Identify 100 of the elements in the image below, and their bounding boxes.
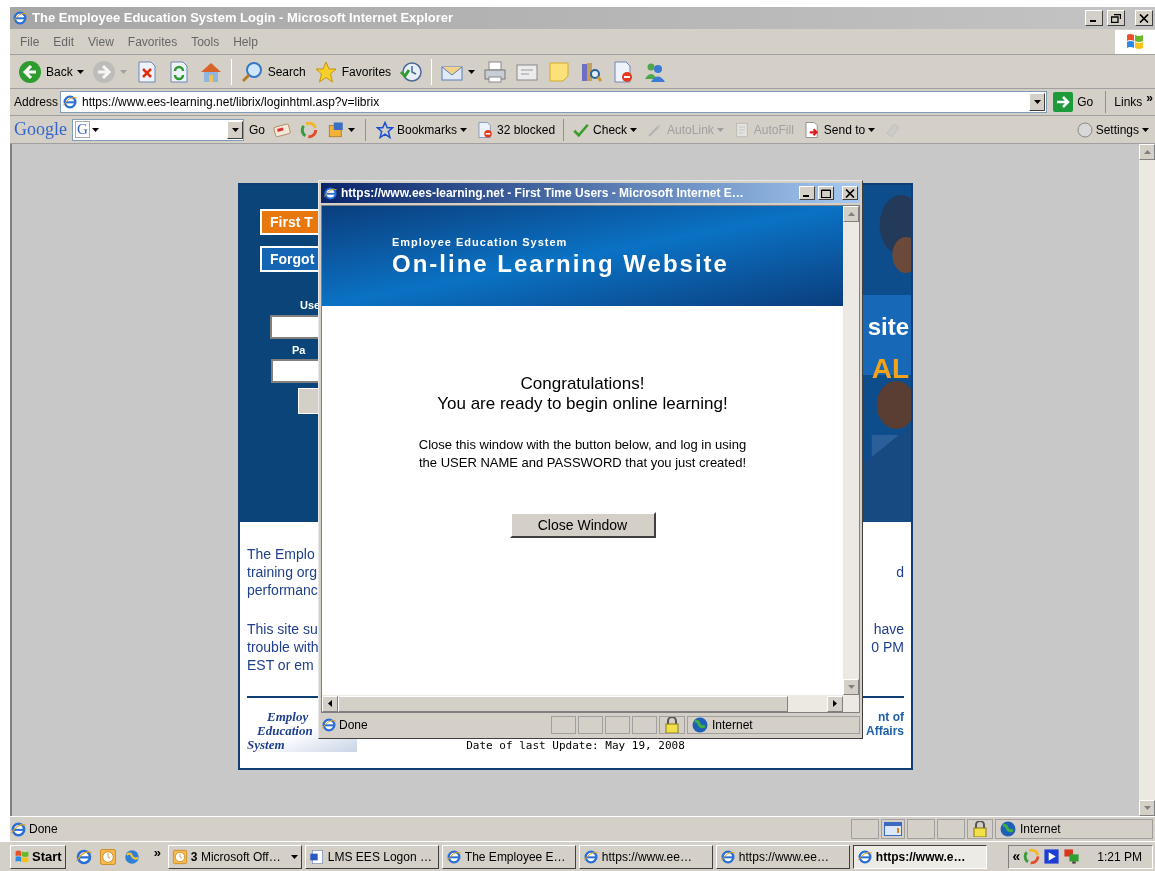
printer-icon: [483, 59, 508, 84]
dropdown-button[interactable]: [227, 120, 243, 139]
caret-icon: [460, 127, 468, 132]
password-field[interactable]: [271, 359, 321, 383]
minimize-button[interactable]: [1085, 10, 1103, 26]
agency-name: nt of Affairs: [864, 710, 904, 738]
flag-logo-icon: [1125, 31, 1145, 52]
search-icon: [239, 59, 264, 84]
minimize-button[interactable]: [799, 186, 815, 200]
taskbar-button[interactable]: https://www.ee…: [715, 844, 850, 869]
paragraph-text: performanc: [247, 581, 318, 598]
caret-icon: [468, 69, 476, 74]
status-pane: [632, 716, 657, 734]
sendto-button[interactable]: Send to: [799, 117, 879, 142]
taskbar-button[interactable]: https://www.ee…: [578, 844, 713, 869]
page-block-icon: [476, 120, 495, 139]
play-icon: [1043, 848, 1061, 865]
expand-tray-button[interactable]: «: [1012, 846, 1021, 867]
zone-text: Internet: [1020, 821, 1061, 838]
clock-icon: [98, 847, 117, 866]
banner-text: AL: [871, 355, 909, 383]
status-pane: [937, 819, 965, 839]
globe-icon: [692, 717, 708, 733]
link-button[interactable]: Forgot: [260, 246, 320, 272]
caret-icon: [716, 127, 724, 132]
minimize-icon: [1090, 20, 1096, 22]
search-field[interactable]: G: [72, 118, 244, 141]
start-button[interactable]: Start: [10, 844, 66, 869]
bookmarks-button[interactable]: Bookmarks: [373, 117, 471, 142]
status-pane: [851, 819, 879, 839]
paragraph-text: trouble with: [247, 638, 319, 655]
caret-icon: [91, 127, 99, 132]
menu-item[interactable]: File: [20, 32, 40, 51]
menu-item[interactable]: View: [88, 32, 114, 51]
go-button[interactable]: Go: [247, 120, 267, 139]
heading: You are ready to begin online learning!: [437, 394, 728, 414]
menu-item[interactable]: Help: [233, 32, 258, 51]
taskbar-button[interactable]: The Employee E…: [441, 844, 576, 869]
close-window-button[interactable]: Close Window: [509, 512, 656, 538]
browser-e-icon: [582, 848, 599, 865]
vertical-scrollbar[interactable]: [843, 206, 859, 695]
close-icon: [845, 188, 855, 198]
close-button[interactable]: [1135, 10, 1153, 26]
settings-button[interactable]: Settings: [1076, 120, 1155, 139]
menu-item[interactable]: Edit: [53, 32, 75, 51]
google-logo: Google: [14, 118, 67, 141]
tray-button[interactable]: [1043, 848, 1061, 865]
blocked-button[interactable]: 32 blocked: [473, 117, 559, 142]
taskbar-button[interactable]: 3 Microsoft Off…: [167, 844, 302, 869]
taskbar-button[interactable]: https://www.e…: [852, 844, 987, 869]
up-arrow-icon: [1143, 150, 1151, 154]
caret-icon: [76, 69, 84, 74]
dropdown-button[interactable]: [1029, 93, 1046, 111]
horizontal-scrollbar[interactable]: [322, 695, 859, 712]
check-button[interactable]: Check: [569, 117, 641, 142]
close-button[interactable]: [842, 186, 858, 200]
chevron[interactable]: »: [1146, 89, 1155, 107]
globe-icon: [122, 847, 141, 866]
vertical-scrollbar[interactable]: [1139, 144, 1155, 816]
engine-label: G: [75, 121, 90, 138]
quick-launch-button[interactable]: [74, 847, 93, 866]
go-button[interactable]: Go: [1049, 90, 1098, 114]
caret-icon: [119, 69, 127, 74]
heading: Congratulations!: [520, 374, 645, 394]
up-arrow-icon: [847, 212, 855, 216]
quick-launch-button[interactable]: [122, 847, 141, 866]
search-button[interactable]: Search: [235, 56, 310, 87]
favorites-button[interactable]: Favorites: [309, 56, 396, 87]
quick-launch-button[interactable]: [98, 847, 117, 866]
back-button[interactable]: Back: [14, 56, 88, 87]
browser-e-icon: [719, 848, 736, 865]
maximize-button[interactable]: [818, 186, 834, 200]
banner-subtitle: Employee Education System: [392, 234, 569, 250]
status-text: Done: [29, 821, 59, 838]
flag-logo-icon: [14, 848, 30, 865]
paragraph-text: training org: [247, 563, 318, 580]
menu-item[interactable]: Favorites: [127, 32, 178, 51]
password-label: Pa: [292, 342, 306, 358]
restore-button[interactable]: [1107, 10, 1125, 26]
chevron[interactable]: »: [149, 842, 165, 863]
caret-icon: [630, 127, 638, 132]
paragraph-text: d: [896, 563, 904, 580]
paragraph-text: 0 PM: [871, 638, 904, 655]
browser-e-icon: [856, 848, 873, 865]
browser-e-icon: [12, 10, 28, 26]
username-field[interactable]: [270, 314, 320, 339]
menu-item[interactable]: Tools: [191, 32, 220, 51]
page-arrow-icon: [802, 120, 821, 139]
paragraph-text: EST or em: [247, 656, 314, 673]
restore-icon: [1111, 13, 1121, 23]
status-pane: [578, 716, 603, 734]
right-arrow-icon: [833, 700, 837, 707]
card-icon: [273, 120, 291, 139]
links-button[interactable]: Links: [1114, 93, 1145, 111]
address-field[interactable]: https://www.ees-learning.net/librix/loginhtml.asp?v=librix: [60, 91, 1048, 113]
window-title: https://www.ees-learning.net - First Time Users - Microsoft Internet E…: [341, 185, 745, 202]
browser-e-icon: [445, 848, 462, 865]
puzzle-icon: [327, 120, 345, 139]
taskbar-button[interactable]: LMS EES Logon …: [304, 844, 439, 869]
banner-title: On-line Learning Website: [392, 250, 730, 279]
